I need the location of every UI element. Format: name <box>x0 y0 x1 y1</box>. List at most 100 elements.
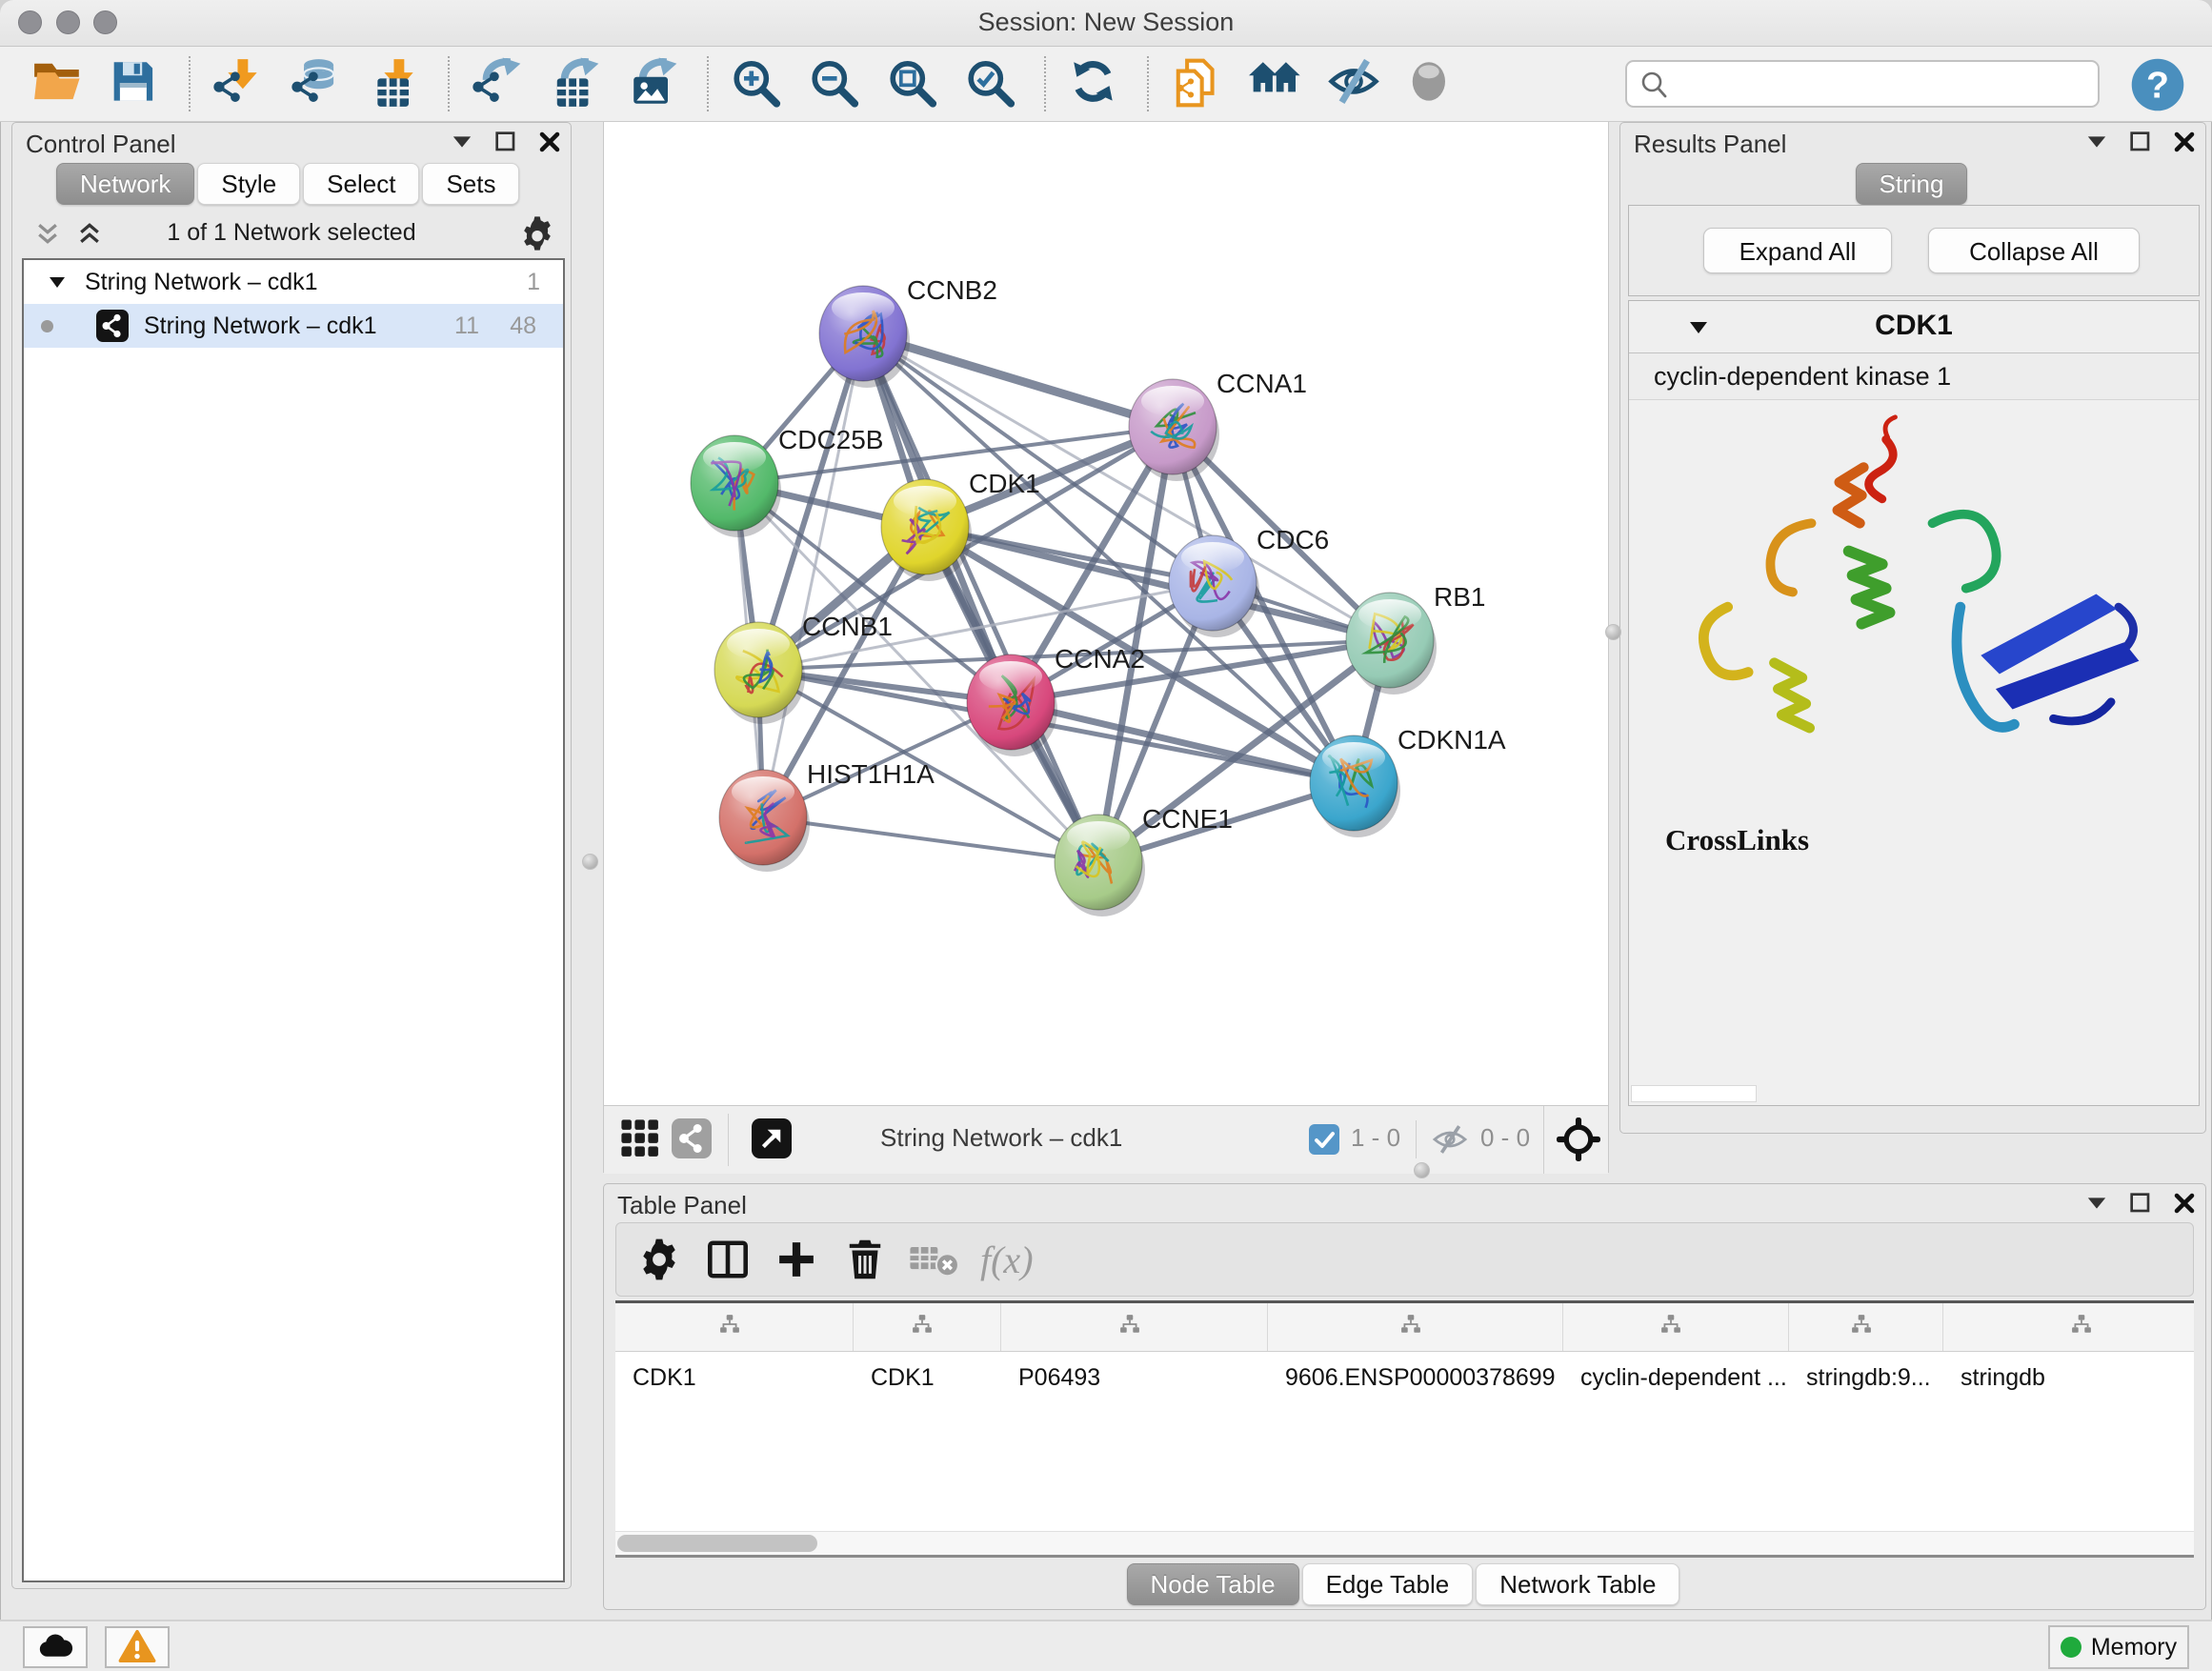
table-cell[interactable]: P06493 <box>1001 1352 1268 1403</box>
home-button[interactable] <box>1244 53 1307 114</box>
network-node-cdc25b[interactable]: CDC25B <box>691 425 883 537</box>
open-in-window-icon[interactable] <box>751 1118 793 1160</box>
column-header--id[interactable] <box>1789 1303 1943 1351</box>
float-panel-icon[interactable] <box>2129 1192 2152 1215</box>
table-hscrollbar-thumb[interactable] <box>617 1535 817 1552</box>
tab-sets[interactable]: Sets <box>422 163 519 205</box>
network-canvas[interactable]: CCNB2 CCNA1 CDC25B CDK1 CDC6 RB1 CCNB1 <box>604 122 1608 1105</box>
panel-menu-icon[interactable] <box>2085 1192 2108 1215</box>
network-edge[interactable] <box>763 817 1098 862</box>
import-network-icon <box>212 57 266 111</box>
column-type-icon <box>1400 1314 1421 1341</box>
table-row[interactable]: CDK1CDK1P064939606.ENSP00000378699cyclin… <box>615 1352 2194 1403</box>
column-header-name[interactable] <box>854 1303 1001 1351</box>
network-node-ccna1[interactable]: CCNA1 <box>1129 369 1307 481</box>
export-image-button[interactable] <box>623 53 686 114</box>
delete-trash-icon[interactable] <box>837 1235 893 1284</box>
network-row-selected[interactable]: String Network – cdk1 11 48 <box>24 304 563 348</box>
splitter-handle-right[interactable] <box>1605 624 1621 640</box>
save-session-button[interactable] <box>105 53 168 114</box>
search-input[interactable] <box>1625 60 2100 108</box>
tab-network-table[interactable]: Network Table <box>1476 1563 1679 1605</box>
column-header-shared-name[interactable] <box>615 1303 854 1351</box>
network-node-rb1[interactable]: RB1 <box>1346 582 1485 695</box>
table-cell[interactable]: stringdb <box>1943 1352 2194 1403</box>
delete-table-icon[interactable] <box>906 1235 961 1284</box>
cdk1-section-header[interactable]: CDK1 <box>1629 301 2199 353</box>
table-hscrollbar[interactable] <box>615 1531 2194 1555</box>
splitter-handle-bottom[interactable] <box>1414 1162 1430 1178</box>
network-options-gear-icon[interactable] <box>519 215 555 256</box>
table-options-gear-icon[interactable] <box>632 1235 687 1284</box>
tab-edge-table[interactable]: Edge Table <box>1302 1563 1474 1605</box>
network-node-cdk1[interactable]: CDK1 <box>881 469 1040 581</box>
houses-icon <box>1249 57 1302 111</box>
add-column-plus-icon[interactable] <box>769 1235 824 1284</box>
eye-slash-icon <box>1327 57 1380 111</box>
import-database-button[interactable] <box>286 53 349 114</box>
table-cell[interactable]: 9606.ENSP00000378699 <box>1268 1352 1563 1403</box>
table-cell[interactable]: CDK1 <box>615 1352 854 1403</box>
tab-select[interactable]: Select <box>303 163 419 205</box>
expand-all-button[interactable]: Expand All <box>1703 228 1892 273</box>
zoom-fit-button[interactable] <box>882 53 945 114</box>
selected-checkbox-icon[interactable] <box>1309 1124 1339 1159</box>
refresh-button[interactable] <box>1063 53 1126 114</box>
tab-node-table[interactable]: Node Table <box>1127 1563 1299 1605</box>
panel-menu-icon[interactable] <box>451 131 473 153</box>
import-table-button[interactable] <box>364 53 427 114</box>
duplicate-network-button[interactable] <box>1166 53 1229 114</box>
close-panel-icon[interactable] <box>2173 131 2196 153</box>
results-panel: Results Panel String Expand All Collapse… <box>1619 122 2206 1134</box>
memory-button[interactable]: Memory <box>2048 1625 2189 1669</box>
hide-selected-button[interactable] <box>1322 53 1385 114</box>
network-collection-row[interactable]: String Network – cdk1 1 <box>24 260 563 304</box>
panel-menu-icon[interactable] <box>2085 131 2108 153</box>
tab-network[interactable]: Network <box>56 163 194 205</box>
close-panel-icon[interactable] <box>2173 1192 2196 1215</box>
show-columns-icon[interactable] <box>700 1235 755 1284</box>
birdseye-grid-icon[interactable] <box>619 1118 661 1160</box>
zoom-out-button[interactable] <box>804 53 867 114</box>
column-header-namespace[interactable] <box>1943 1303 2194 1351</box>
network-edge[interactable] <box>863 333 1173 427</box>
network-row-label: String Network – cdk1 <box>144 304 377 348</box>
help-button[interactable]: ? <box>2124 56 2180 111</box>
splitter-handle-left[interactable] <box>582 854 598 870</box>
table-cell[interactable]: CDK1 <box>854 1352 1001 1403</box>
network-node-hist1h1a[interactable]: HIST1H1A <box>719 759 935 872</box>
warning-button[interactable] <box>105 1626 170 1668</box>
network-node-ccne1[interactable]: CCNE1 <box>1055 804 1233 916</box>
zoom-selected-button[interactable] <box>960 53 1023 114</box>
floppy-save-icon <box>110 57 163 111</box>
float-panel-icon[interactable] <box>2129 131 2152 153</box>
function-builder-fx-icon[interactable]: f(x) <box>980 1238 1034 1282</box>
column-header-description[interactable] <box>1563 1303 1789 1351</box>
network-node-ccnb1[interactable]: CCNB1 <box>714 612 893 724</box>
table-cell[interactable]: cyclin-dependent ... <box>1563 1352 1789 1403</box>
network-tree: String Network – cdk1 1 String Network –… <box>22 258 565 1582</box>
tab-style[interactable]: Style <box>197 163 300 205</box>
cloud-button[interactable] <box>23 1626 88 1668</box>
tab-string[interactable]: String <box>1856 163 1968 205</box>
open-session-button[interactable] <box>27 53 90 114</box>
show-all-button[interactable] <box>1400 53 1463 114</box>
column-header-canonical-name[interactable] <box>1001 1303 1268 1351</box>
zoom-in-button[interactable] <box>726 53 789 114</box>
import-network-button[interactable] <box>208 53 271 114</box>
results-scrollbar-chunk[interactable] <box>1631 1085 1757 1102</box>
column-header-database-identifier[interactable] <box>1268 1303 1563 1351</box>
network-node-cdkn1a[interactable]: CDKN1A <box>1310 725 1506 837</box>
network-node-ccnb2[interactable]: CCNB2 <box>819 275 997 388</box>
export-table-button[interactable] <box>545 53 608 114</box>
close-panel-icon[interactable] <box>538 131 561 153</box>
crosshair-target-icon[interactable] <box>1557 1117 1599 1159</box>
float-panel-icon[interactable] <box>494 131 517 153</box>
toolbar-separator <box>448 56 450 111</box>
table-cell[interactable]: stringdb:9... <box>1789 1352 1943 1403</box>
collapse-all-button[interactable]: Collapse All <box>1928 228 2140 273</box>
crosslink-row <box>1629 997 2199 1040</box>
title-bar[interactable]: Session: New Session <box>0 0 2212 47</box>
export-network-button[interactable] <box>467 53 530 114</box>
string-network-badge-icon[interactable] <box>671 1118 713 1160</box>
